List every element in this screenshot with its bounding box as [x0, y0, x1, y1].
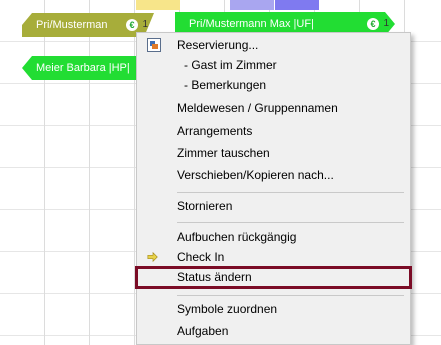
menu-item-bemerkungen[interactable]: - Bemerkungen	[137, 75, 410, 96]
menu-separator	[177, 295, 404, 296]
menu-item-meldewesen[interactable]: Meldewesen / Gruppennamen	[137, 98, 410, 119]
booking-label: Pri/Mustermann Max |UF|	[189, 18, 314, 30]
menu-item-label: - Bemerkungen	[184, 78, 267, 92]
menu-item-label: Symbole zuordnen	[177, 302, 278, 316]
menu-item-gast-im-zimmer[interactable]: - Gast im Zimmer	[137, 55, 410, 76]
menu-item-label: Meldewesen / Gruppennamen	[177, 101, 338, 115]
highlight-box	[135, 266, 412, 289]
menu-item-label: Aufbuchen rückgängig	[177, 230, 297, 244]
menu-item-label: Check In	[177, 250, 225, 264]
context-menu: Reservierung... - Gast im Zimmer - Bemer…	[136, 32, 411, 345]
booking-label: Meier Barbara |HP|	[36, 62, 130, 74]
menu-item-arrangements[interactable]: Arrangements	[137, 121, 410, 142]
menu-item-aufbuchen-rueckgaengig[interactable]: Aufbuchen rückgängig	[137, 227, 410, 248]
menu-item-label: Arrangements	[177, 124, 253, 138]
menu-separator	[177, 192, 404, 193]
menu-item-label: Reservierung...	[177, 38, 259, 52]
column-header-blue	[275, 0, 319, 10]
booking-label: Pri/Musterman	[36, 19, 108, 31]
arrow-right-icon	[147, 251, 158, 263]
menu-item-label: Stornieren	[177, 199, 233, 213]
menu-item-label: Zimmer tauschen	[177, 146, 270, 160]
menu-item-aufgaben[interactable]: Aufgaben	[137, 321, 410, 342]
menu-item-label: Aufgaben	[177, 324, 229, 338]
euro-icon: €	[367, 18, 379, 30]
column-header-yellow	[136, 0, 180, 10]
reservation-icon	[147, 38, 161, 52]
column-header-lavender	[230, 0, 274, 10]
euro-icon: €	[126, 19, 138, 31]
menu-item-label: Verschieben/Kopieren nach...	[177, 168, 334, 182]
booking-bar-meier-barbara[interactable]: Meier Barbara |HP|	[22, 56, 146, 80]
menu-item-verschieben-kopieren[interactable]: Verschieben/Kopieren nach...	[137, 165, 410, 186]
menu-item-check-in[interactable]: Check In	[137, 247, 410, 268]
menu-item-label: - Gast im Zimmer	[184, 58, 277, 72]
menu-item-stornieren[interactable]: Stornieren	[137, 196, 410, 217]
menu-item-symbole-zuordnen[interactable]: Symbole zuordnen	[137, 299, 410, 320]
menu-item-zimmer-tauschen[interactable]: Zimmer tauschen	[137, 143, 410, 164]
menu-separator	[177, 222, 404, 223]
booking-bar-musterman[interactable]: Pri/Musterman € 1	[22, 13, 154, 37]
menu-item-reservierung[interactable]: Reservierung...	[137, 35, 410, 56]
